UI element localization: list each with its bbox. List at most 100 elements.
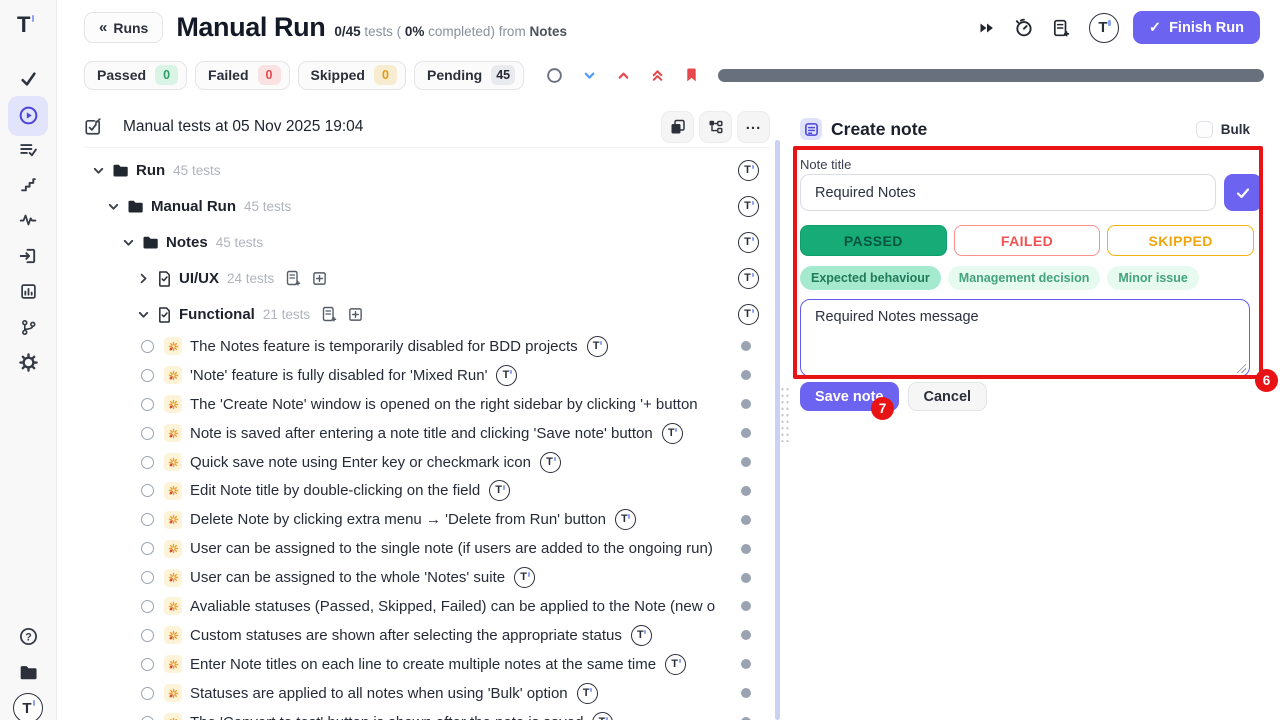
note-tag[interactable]: Management decision bbox=[948, 266, 1101, 290]
cancel-button[interactable]: Cancel bbox=[908, 382, 988, 411]
tree-node[interactable]: Run 45 tests T bbox=[84, 152, 770, 188]
test-row[interactable]: Delete Note by clicking extra menu → 'De… bbox=[84, 505, 770, 534]
test-status-radio[interactable] bbox=[141, 571, 154, 584]
test-status-radio[interactable] bbox=[141, 687, 154, 700]
testomat-badge-icon[interactable]: T bbox=[738, 160, 759, 181]
status-button-failed[interactable]: FAILED bbox=[954, 225, 1101, 256]
sidebar-item-app-logo[interactable]: T bbox=[8, 690, 48, 720]
tree-node[interactable]: Functional 21 tests T bbox=[84, 296, 770, 332]
filter-chip-skipped[interactable]: Skipped 0 bbox=[298, 61, 406, 90]
bookmark-icon[interactable] bbox=[684, 67, 699, 83]
circle-o-icon[interactable] bbox=[546, 67, 563, 84]
sidebar-item-chart[interactable] bbox=[8, 274, 48, 310]
sidebar-item-play-circle[interactable] bbox=[8, 96, 48, 136]
tree-node[interactable]: Manual Run 45 tests T bbox=[84, 188, 770, 224]
test-row[interactable]: Statuses are applied to all notes when u… bbox=[84, 679, 770, 708]
chev-down-icon[interactable] bbox=[582, 68, 597, 83]
note-add-icon[interactable] bbox=[1052, 19, 1070, 37]
test-status-radio[interactable] bbox=[141, 340, 154, 353]
test-row[interactable]: User can be assigned to the whole 'Notes… bbox=[84, 563, 770, 592]
add-test-icon[interactable] bbox=[312, 271, 327, 286]
test-status-radio[interactable] bbox=[141, 600, 154, 613]
fast-forward-icon[interactable] bbox=[979, 20, 995, 36]
filter-chip-pending[interactable]: Pending 45 bbox=[414, 61, 524, 90]
test-status-radio[interactable] bbox=[141, 484, 154, 497]
caret-down-icon[interactable] bbox=[135, 307, 151, 322]
panel-resize-handle[interactable] bbox=[780, 386, 790, 442]
note-tag[interactable]: Expected behaviour bbox=[800, 266, 941, 290]
test-row[interactable]: Quick save note using Enter key or check… bbox=[84, 448, 770, 477]
testomat-badge-icon[interactable]: T bbox=[496, 365, 517, 386]
back-to-runs-button[interactable]: « Runs bbox=[84, 12, 163, 43]
copy-button[interactable] bbox=[661, 111, 694, 143]
sidebar-item-list-check[interactable] bbox=[8, 131, 48, 167]
bulk-checkbox[interactable] bbox=[1196, 121, 1213, 138]
sidebar-item-check[interactable] bbox=[8, 60, 48, 96]
caret-right-icon[interactable] bbox=[135, 271, 151, 286]
testomat-badge-icon[interactable]: T bbox=[514, 567, 535, 588]
add-note-icon[interactable] bbox=[285, 270, 301, 286]
testomat-badge-icon[interactable]: T bbox=[540, 452, 561, 473]
testomat-badge-icon[interactable]: T bbox=[738, 268, 759, 289]
test-row[interactable]: User can be assigned to the single note … bbox=[84, 534, 770, 563]
sidebar-item-import[interactable] bbox=[8, 238, 48, 274]
app-logo-icon[interactable]: T bbox=[17, 12, 30, 38]
testomat-badge-icon[interactable]: T bbox=[592, 712, 613, 720]
test-row[interactable]: Custom statuses are shown after selectin… bbox=[84, 621, 770, 650]
sidebar-item-help[interactable]: ? bbox=[8, 618, 48, 654]
account-logo-button[interactable]: T bbox=[1089, 13, 1119, 43]
chev-up-icon[interactable] bbox=[616, 68, 631, 83]
note-tag[interactable]: Minor issue bbox=[1107, 266, 1198, 290]
sidebar-item-branch[interactable] bbox=[8, 309, 48, 345]
test-status-radio[interactable] bbox=[141, 456, 154, 469]
testomat-badge-icon[interactable]: T bbox=[738, 232, 759, 253]
bulk-toggle[interactable]: Bulk bbox=[1196, 121, 1250, 138]
test-row[interactable]: 'Note' feature is fully disabled for 'Mi… bbox=[84, 361, 770, 390]
note-title-input[interactable] bbox=[800, 174, 1216, 211]
testomat-badge-icon[interactable]: T bbox=[615, 509, 636, 530]
dchev-up-icon[interactable] bbox=[650, 68, 665, 83]
testomat-badge-icon[interactable]: T bbox=[738, 304, 759, 325]
status-button-passed[interactable]: PASSED bbox=[800, 225, 947, 256]
test-row[interactable]: Note is saved after entering a note titl… bbox=[84, 419, 770, 448]
test-status-radio[interactable] bbox=[141, 542, 154, 555]
filter-chip-failed[interactable]: Failed 0 bbox=[195, 61, 289, 90]
testomat-badge-icon[interactable]: T bbox=[1089, 13, 1119, 43]
timer-icon[interactable] bbox=[1014, 18, 1033, 37]
test-status-radio[interactable] bbox=[141, 398, 154, 411]
sidebar-item-steps[interactable] bbox=[8, 167, 48, 203]
tree-node[interactable]: Notes 45 tests T bbox=[84, 224, 770, 260]
sidebar-item-pulse[interactable] bbox=[8, 202, 48, 238]
quick-save-check-button[interactable] bbox=[1224, 174, 1262, 211]
test-status-radio[interactable] bbox=[141, 513, 154, 526]
test-row[interactable]: Edit Note title by double-clicking on th… bbox=[84, 476, 770, 505]
more-button[interactable]: ... bbox=[737, 111, 770, 143]
testomat-badge-icon[interactable]: T bbox=[577, 683, 598, 704]
test-row[interactable]: The 'Convert to test' button is shown af… bbox=[84, 708, 770, 720]
test-status-radio[interactable] bbox=[141, 427, 154, 440]
test-row[interactable]: The Notes feature is temporarily disable… bbox=[84, 332, 770, 361]
tree-node[interactable]: UI/UX 24 tests T bbox=[84, 260, 770, 296]
tree-struct-button[interactable] bbox=[699, 111, 732, 143]
testomat-badge-icon[interactable]: T bbox=[662, 423, 683, 444]
test-row[interactable]: Avaliable statuses (Passed, Skipped, Fai… bbox=[84, 592, 770, 621]
test-status-radio[interactable] bbox=[141, 716, 154, 720]
finish-run-button[interactable]: ✓ Finish Run bbox=[1133, 11, 1260, 44]
test-status-radio[interactable] bbox=[141, 369, 154, 382]
testomat-badge-icon[interactable]: T bbox=[631, 625, 652, 646]
test-row[interactable]: Enter Note titles on each line to create… bbox=[84, 650, 770, 679]
testomat-badge-icon[interactable]: T bbox=[13, 693, 43, 720]
testomat-badge-icon[interactable]: T bbox=[665, 654, 686, 675]
note-message-textarea[interactable]: Required Notes message bbox=[800, 299, 1250, 377]
test-status-radio[interactable] bbox=[141, 629, 154, 642]
testomat-badge-icon[interactable]: T bbox=[489, 480, 510, 501]
caret-down-icon[interactable] bbox=[105, 199, 121, 214]
filter-chip-passed[interactable]: Passed 0 bbox=[84, 61, 187, 90]
add-note-icon[interactable] bbox=[321, 306, 337, 322]
testomat-badge-icon[interactable]: T bbox=[587, 336, 608, 357]
testomat-badge-icon[interactable]: T bbox=[738, 196, 759, 217]
caret-down-icon[interactable] bbox=[90, 163, 106, 178]
caret-down-icon[interactable] bbox=[120, 235, 136, 250]
test-row[interactable]: The 'Create Note' window is opened on th… bbox=[84, 390, 770, 419]
test-status-radio[interactable] bbox=[141, 658, 154, 671]
